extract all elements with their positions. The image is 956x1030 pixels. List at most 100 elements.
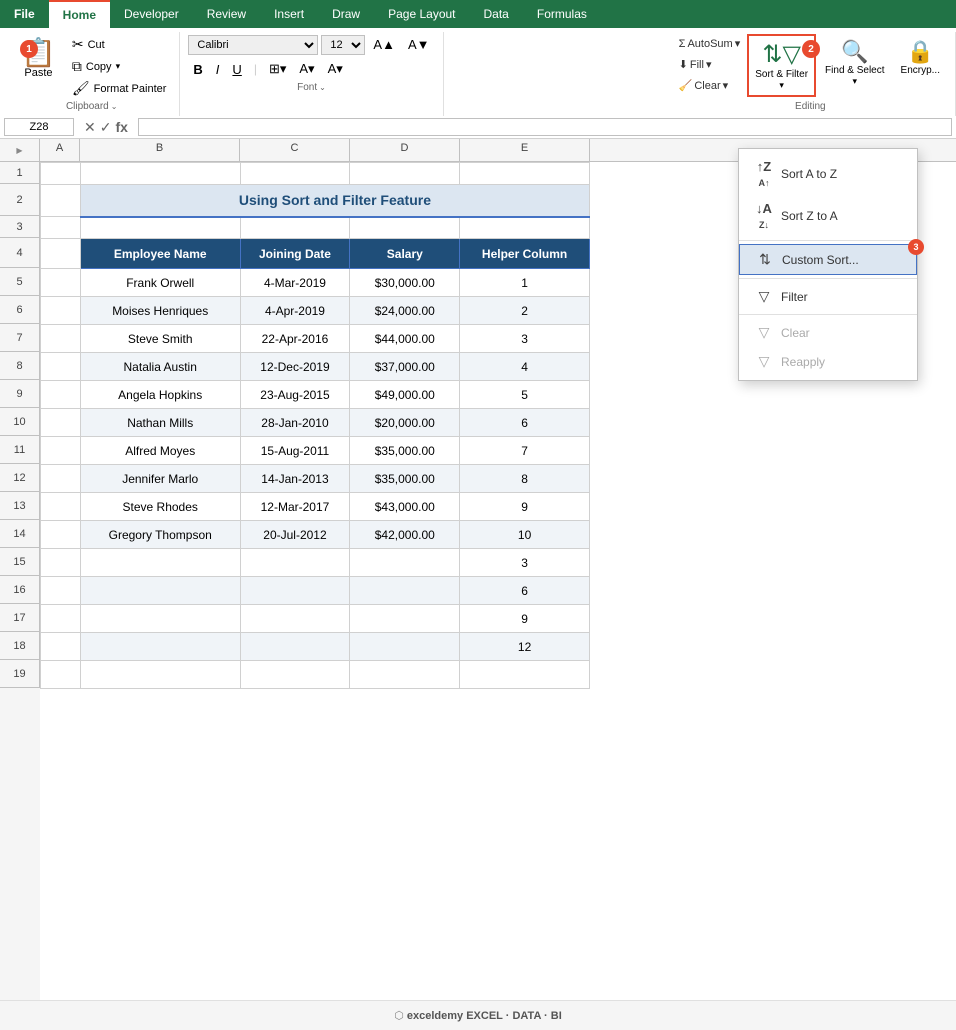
title-cell[interactable]: Using Sort and Filter Feature	[80, 185, 589, 217]
tab-developer[interactable]: Developer	[110, 0, 193, 28]
row-num-8[interactable]: 8	[0, 352, 40, 380]
row-num-19[interactable]: 19	[0, 660, 40, 688]
menu-reapply: ▽ Reapply	[739, 347, 917, 376]
menu-clear: ▽ Clear	[739, 318, 917, 347]
tab-insert[interactable]: Insert	[260, 0, 318, 28]
header-employee-name[interactable]: Employee Name	[80, 239, 240, 269]
format-painter-button[interactable]: 🖌 Format Painter	[67, 78, 172, 99]
clear-icon: 🧹	[679, 79, 693, 92]
font-color-button[interactable]: A▾	[323, 58, 348, 80]
font-controls: Calibri 12 A▲ A▼ B I U | ⊞▾ A▾ A▾	[188, 34, 434, 80]
badge-1: 1	[20, 40, 38, 58]
filter-label: Filter	[781, 290, 808, 304]
row-num-14[interactable]: 14	[0, 520, 40, 548]
autosum-button[interactable]: Σ AutoSum ▾	[674, 34, 746, 53]
watermark-tagline: EXCEL · DATA · BI	[466, 1010, 562, 1022]
header-salary[interactable]: Salary	[350, 239, 460, 269]
paste-label: Paste	[24, 67, 52, 79]
menu-filter[interactable]: ▽ Filter	[739, 282, 917, 311]
clipboard-sub-buttons: ✂ Cut ⧉ Copy ▾ 🖌 Format Painter	[67, 34, 172, 99]
select-all-icon: ▶	[16, 146, 22, 155]
col-header-b[interactable]: B	[80, 139, 240, 161]
autosum-label: AutoSum	[687, 38, 732, 50]
copy-button[interactable]: ⧉ Copy ▾	[67, 56, 172, 77]
row-num-6[interactable]: 6	[0, 296, 40, 324]
encrypt-label: Encryp...	[901, 65, 940, 76]
confirm-formula-icon[interactable]: ✓	[100, 119, 112, 136]
font-size-select[interactable]: 12	[321, 35, 365, 55]
paste-button[interactable]: 📋 Paste	[12, 34, 65, 84]
editing-items: Σ AutoSum ▾ ⬇ Fill ▾ 🧹 Clear ▾	[674, 34, 947, 99]
row-num-13[interactable]: 13	[0, 492, 40, 520]
table-row: Steve Rhodes 12-Mar-2017 $43,000.00 9	[41, 493, 590, 521]
bold-button[interactable]: B	[188, 59, 207, 80]
filter-icon: ▽	[755, 288, 773, 305]
reapply-label: Reapply	[781, 355, 825, 369]
autosum-arrow: ▾	[735, 37, 741, 50]
table-row: 9	[41, 605, 590, 633]
font-group: Calibri 12 A▲ A▼ B I U | ⊞▾ A▾ A▾	[180, 32, 443, 116]
row-num-18[interactable]: 18	[0, 632, 40, 660]
fill-color-button[interactable]: A▾	[294, 58, 319, 80]
font-name-select[interactable]: Calibri	[188, 35, 318, 55]
encrypt-icon: 🔒	[907, 39, 934, 65]
col-header-e[interactable]: E	[460, 139, 590, 161]
border-button[interactable]: ⊞▾	[264, 58, 291, 80]
format-painter-icon: 🖌	[72, 80, 90, 97]
cell-reference-input[interactable]	[4, 118, 74, 136]
tab-home[interactable]: Home	[49, 0, 110, 28]
tab-formulas[interactable]: Formulas	[523, 0, 601, 28]
cancel-formula-icon[interactable]: ✕	[84, 119, 96, 136]
tab-page-layout[interactable]: Page Layout	[374, 0, 469, 28]
row-num-16[interactable]: 16	[0, 576, 40, 604]
menu-sort-a-to-z[interactable]: ↑ZA↑ Sort A to Z	[739, 153, 917, 195]
tab-file[interactable]: File	[0, 0, 49, 28]
col-header-a[interactable]: A	[40, 139, 80, 161]
table-row: Frank Orwell 4-Mar-2019 $30,000.00 1	[41, 269, 590, 297]
header-helper-column[interactable]: Helper Column	[460, 239, 590, 269]
find-select-button[interactable]: 🔍 Find & Select ▾	[818, 34, 891, 92]
formula-input[interactable]	[138, 118, 952, 136]
row-num-7[interactable]: 7	[0, 324, 40, 352]
col-header-c[interactable]: C	[240, 139, 350, 161]
sort-filter-dropdown: ↑ZA↑ Sort A to Z ↓AZ↓ Sort Z to A ⇅ Cust…	[738, 148, 918, 381]
row-num-1[interactable]: 1	[0, 162, 40, 184]
tab-review[interactable]: Review	[193, 0, 260, 28]
menu-sort-z-to-a[interactable]: ↓AZ↓ Sort Z to A	[739, 195, 917, 237]
row-numbers: 1 2 3 4 5 6 7 8 9 10 11 12 13 14 15 16 1…	[0, 162, 40, 1000]
row-num-2[interactable]: 2	[0, 184, 40, 216]
row-num-9[interactable]: 9	[0, 380, 40, 408]
row-num-17[interactable]: 17	[0, 604, 40, 632]
clear-button[interactable]: 🧹 Clear ▾	[674, 76, 746, 95]
increase-font-button[interactable]: A▲	[368, 34, 400, 55]
tab-draw[interactable]: Draw	[318, 0, 374, 28]
fill-button[interactable]: ⬇ Fill ▾	[674, 55, 746, 74]
table-row	[41, 217, 590, 239]
italic-button[interactable]: I	[211, 59, 225, 80]
row-num-11[interactable]: 11	[0, 436, 40, 464]
tab-data[interactable]: Data	[470, 0, 523, 28]
row-num-5[interactable]: 5	[0, 268, 40, 296]
row-num-4[interactable]: 4	[0, 238, 40, 268]
col-header-d[interactable]: D	[350, 139, 460, 161]
row-num-3[interactable]: 3	[0, 216, 40, 238]
underline-button[interactable]: U	[227, 59, 246, 80]
clipboard-expand-icon[interactable]: ⌄	[111, 102, 118, 111]
header-joining-date[interactable]: Joining Date	[240, 239, 350, 269]
cut-button[interactable]: ✂ Cut	[67, 34, 172, 55]
row-num-12[interactable]: 12	[0, 464, 40, 492]
row-num-15[interactable]: 15	[0, 548, 40, 576]
formula-icons: ✕ ✓ fx	[78, 119, 134, 136]
font-expand-icon[interactable]: ⌄	[319, 83, 326, 92]
table-row: Moises Henriques 4-Apr-2019 $24,000.00 2	[41, 297, 590, 325]
insert-function-icon[interactable]: fx	[115, 119, 127, 136]
select-all-button[interactable]: ▶	[0, 139, 39, 161]
decrease-font-button[interactable]: A▼	[403, 34, 435, 55]
font-row-2: B I U | ⊞▾ A▾ A▾	[188, 58, 434, 80]
divider-1: |	[254, 62, 257, 76]
table-row	[41, 163, 590, 185]
row-num-10[interactable]: 10	[0, 408, 40, 436]
cut-label: Cut	[88, 39, 105, 51]
menu-custom-sort[interactable]: ⇅ Custom Sort... 3	[739, 244, 917, 275]
copy-label: Copy	[86, 61, 112, 73]
